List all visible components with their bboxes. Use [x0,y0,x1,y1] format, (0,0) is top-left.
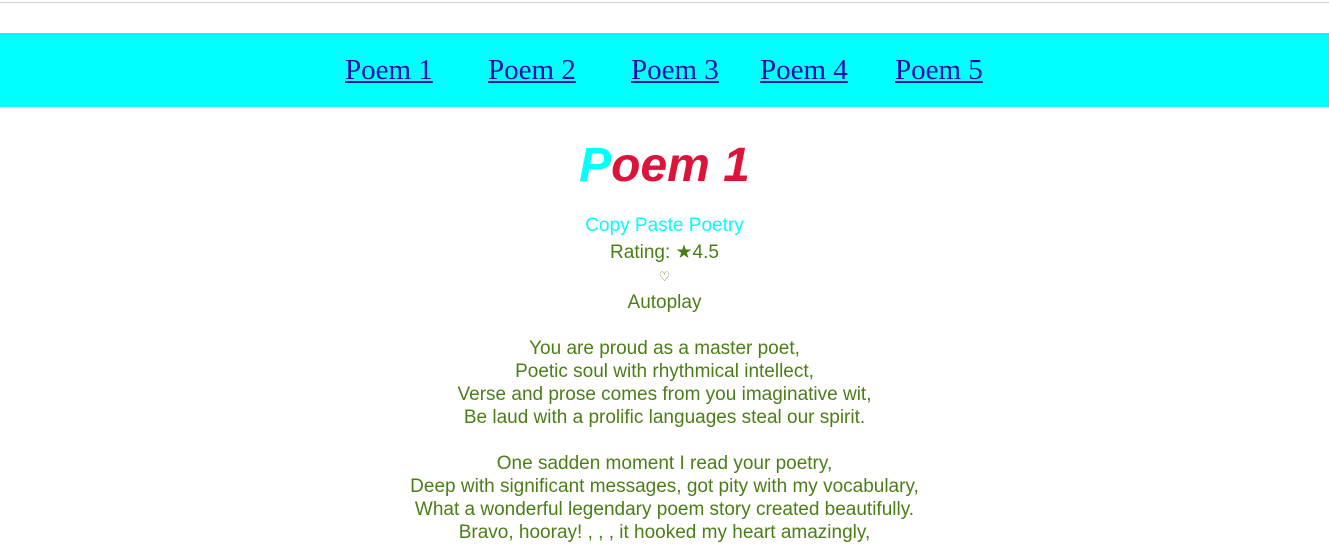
stanza-1-line-4: Be laud with a prolific languages steal … [463,407,866,428]
poem-title-first-letter: P [579,139,612,192]
top-divider [0,2,1329,3]
nav-link-poem-4[interactable]: Poem 4 [760,52,848,88]
autoplay-button[interactable]: Autoplay [0,291,1329,314]
stanza-2-line-4: Bravo, hooray! , , , it hooked my heart … [458,522,871,543]
nav-link-poem-2[interactable]: Poem 2 [488,52,576,88]
poem-rating: Rating: ★4.5 [610,242,719,263]
stanza-1-line-2: Poetic soul with rhythmical intellect, [515,361,814,382]
nav-link-poem-5[interactable]: Poem 5 [895,52,983,88]
stanza-2-line-2: Deep with significant messages, got pity… [410,476,919,497]
stanza-1-line-3: Verse and prose comes from you imaginati… [457,384,872,405]
poem-subtitle: Copy Paste Poetry [585,215,744,236]
stanza-2-line-1: One sadden moment I read your poetry, [496,453,833,474]
nav-link-poem-1[interactable]: Poem 1 [345,52,433,88]
nav-link-poem-3[interactable]: Poem 3 [631,52,719,88]
stanza-1-line-1: You are proud as a master poet, [529,338,800,359]
poem-title: Poem 1 [0,138,1329,194]
stanza-2-line-3: What a wonderful legendary poem story cr… [414,499,915,520]
heart-icon[interactable]: ♡ [0,270,1329,286]
poem-title-rest: oem 1 [611,139,750,192]
